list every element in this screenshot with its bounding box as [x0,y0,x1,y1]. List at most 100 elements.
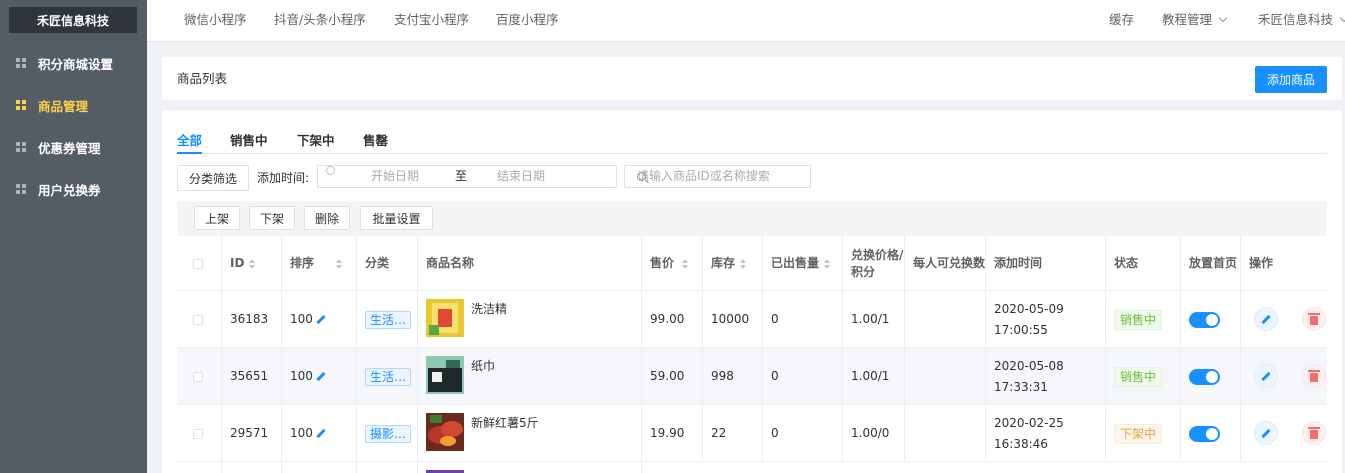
add-goods-button[interactable]: 添加商品 [1255,66,1327,93]
cell-status: 下架中 [1106,405,1181,462]
cell-homepage [1181,405,1241,462]
column-stock[interactable]: 库存 [703,236,763,291]
pencil-icon[interactable] [316,428,326,439]
start-date-input[interactable]: 开始日期 [371,166,419,187]
column-sold-label: 已出售量 [771,256,820,270]
batch-settings-button[interactable]: 批量设置 [360,206,433,230]
pencil-icon[interactable] [316,314,326,325]
tab-on-sale[interactable]: 销售中 [230,130,268,149]
off-shelf-button[interactable]: 下架 [249,206,295,230]
tabs-divider [177,153,1327,154]
homepage-toggle[interactable] [1189,425,1220,442]
column-goods-name: 商品名称 [418,236,642,291]
trash-icon [1308,426,1320,439]
cell-stock: 10000 [703,291,763,348]
column-sold[interactable]: 已出售量 [763,236,843,291]
search-icon[interactable] [637,172,646,181]
row-checkbox[interactable] [193,428,203,439]
cell-sort: 100 [282,405,357,462]
column-operations: 操作 [1249,256,1274,270]
chevron-down-icon [1218,13,1228,23]
cell-sold: 0 [763,291,843,348]
account-menu[interactable]: 禾匠信息科技 [1258,0,1345,42]
edit-button[interactable] [1254,421,1278,445]
cell-operations [1241,348,1327,405]
row-checkbox[interactable] [193,371,203,382]
cell-sold: 0 [763,405,843,462]
delete-row-button[interactable] [1302,307,1326,331]
cell-price: 59.00 [642,348,703,405]
sidebar-item-points-mall-settings[interactable]: 积分商城设置 [0,42,147,84]
on-shelf-button[interactable]: 上架 [194,206,240,230]
cell-stock: 998 [703,348,763,405]
cell-exchange: 1.00/0 [843,405,905,462]
sidebar-item-user-vouchers[interactable]: 用户兑换券 [0,168,147,210]
cell-status: 销售中 [1106,291,1181,348]
cell-sort: 100 [282,348,357,405]
edit-button[interactable] [1254,307,1278,331]
delete-row-button[interactable] [1302,421,1326,445]
tab-all[interactable]: 全部 [177,130,202,149]
sort-icon[interactable] [824,258,831,269]
sort-icon[interactable] [682,258,689,269]
delete-button[interactable]: 删除 [304,206,350,230]
cell-goods-name [418,462,642,473]
goods-name: 新鲜红薯5斤 [471,416,539,430]
homepage-toggle[interactable] [1189,311,1220,328]
sort-value: 100 [290,426,313,440]
edit-button[interactable] [1254,364,1278,388]
cell-operations [1241,291,1327,348]
end-date-input[interactable]: 结束日期 [497,166,545,187]
category-filter-button[interactable]: 分类筛选 [177,165,249,191]
range-separator: 至 [455,169,468,183]
trash-icon [1308,369,1320,382]
cell-id: 29571 [222,405,282,462]
sidebar-item-coupon-management[interactable]: 优惠券管理 [0,126,147,168]
cell-homepage [1181,291,1241,348]
row-checkbox[interactable] [193,314,203,325]
chevron-down-icon [1339,13,1345,23]
cell-homepage [1181,348,1241,405]
homepage-toggle[interactable] [1189,368,1220,385]
goods-thumbnail [426,356,464,394]
tab-alipay-miniprogram[interactable]: 支付宝小程序 [394,0,469,42]
grid-icon [16,100,26,110]
sidebar-item-goods-management[interactable]: 商品管理 [0,84,147,126]
cache-link[interactable]: 缓存 [1109,0,1134,42]
column-id[interactable]: ID [222,236,282,291]
sidebar-item-label: 优惠券管理 [38,140,101,156]
tutorial-menu[interactable]: 教程管理 [1162,0,1228,42]
tab-baidu-miniprogram[interactable]: 百度小程序 [496,0,559,42]
cell-per-user [905,348,986,405]
column-added-time: 添加时间 [986,236,1106,291]
category-tag: 生活… [365,310,412,329]
cell-category: 生活… [357,348,418,405]
sort-icon[interactable] [249,258,256,269]
delete-row-button[interactable] [1302,364,1326,388]
cell-operations [1241,405,1327,462]
cell-id: 35651 [222,348,282,405]
cell-category: 生活… [357,291,418,348]
status-badge: 销售中 [1114,366,1163,387]
sort-icon[interactable] [336,258,343,269]
column-price[interactable]: 售价 [642,236,703,291]
sort-value: 100 [290,369,313,383]
grid-icon [16,58,26,68]
search-input[interactable]: 请输入商品ID或名称搜索 [624,165,811,188]
row-checkbox-cell [177,405,222,462]
cell-added-time: 2020-05-08 17:33:31 [986,348,1106,405]
cell-price: 19.90 [642,405,703,462]
select-all-checkbox[interactable] [193,258,203,269]
date-range-picker[interactable]: 开始日期 至 结束日期 [317,165,617,188]
page-header-card: 商品列表 添加商品 [162,57,1342,100]
page-title: 商品列表 [177,71,228,86]
sort-icon[interactable] [740,258,747,269]
cell-sold: 0 [763,348,843,405]
tab-douyin-miniprogram[interactable]: 抖音/头条小程序 [274,0,366,42]
tab-wechat-miniprogram[interactable]: 微信小程序 [184,0,247,42]
pencil-icon[interactable] [316,371,326,382]
trash-icon [1308,312,1320,325]
column-sort[interactable]: 排序 [282,236,357,291]
tab-off-shelf[interactable]: 下架中 [297,130,335,149]
tab-sold-out[interactable]: 售罄 [363,130,388,149]
